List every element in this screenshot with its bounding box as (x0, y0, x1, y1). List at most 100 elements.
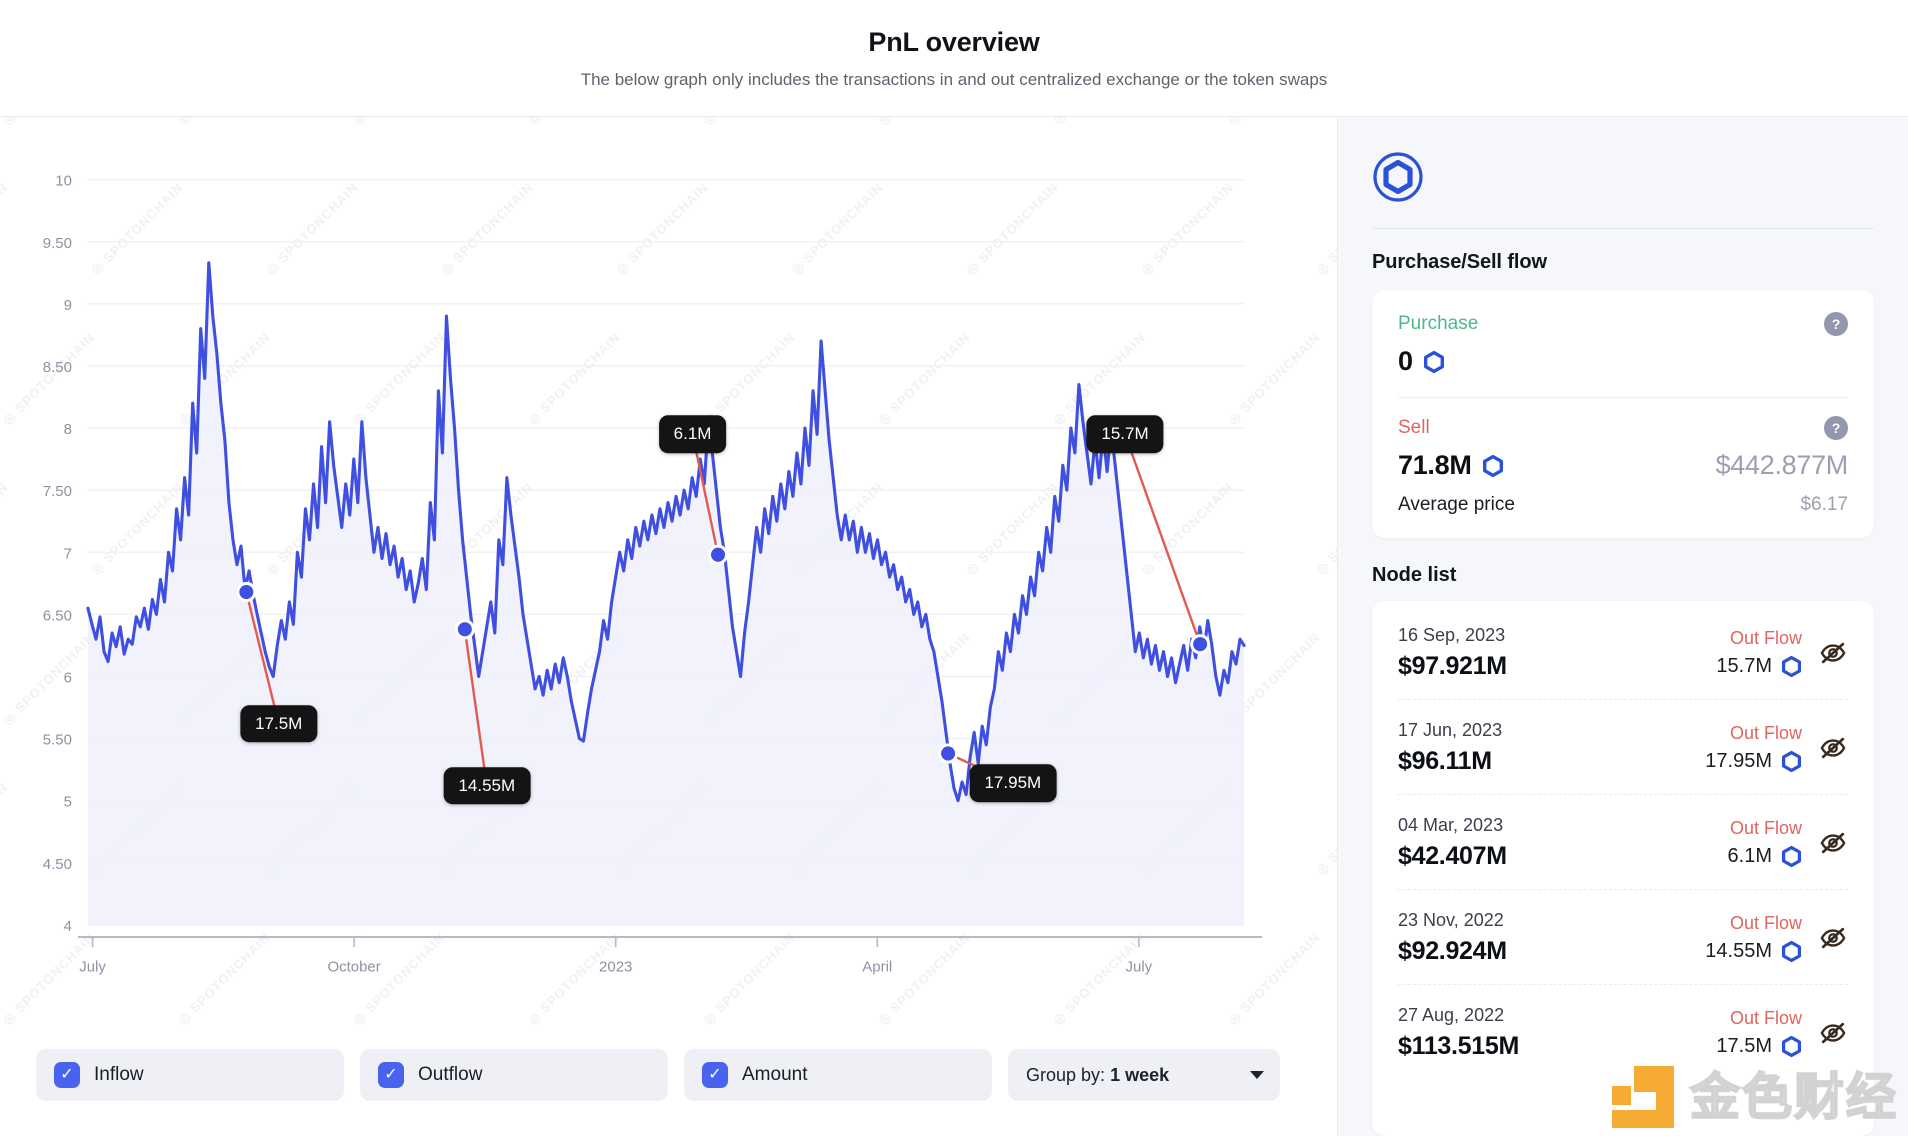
purchase-sell-flow-card: Purchase ? 0 Sell ? 71.8M $442.877M Aver… (1372, 290, 1874, 538)
pnl-line-chart[interactable]: 10 9.50 9 8.50 8 7.50 7 6.50 6 5.50 5 4.50 4 July Octo… (0, 117, 1337, 1036)
node-row-values: Out Flow 17.5M (1716, 1008, 1802, 1058)
x-axis-tick-label: October (328, 958, 381, 975)
sidebar: Purchase/Sell flow Purchase ? 0 Sell ? 7… (1338, 117, 1908, 1136)
annotation-leader-line (1123, 433, 1202, 645)
node-date: 04 Mar, 2023 (1398, 815, 1504, 835)
node-row-left: 23 Nov, 2022 $92.924M (1398, 910, 1507, 966)
node-row-left: 17 Jun, 2023 $96.11M (1398, 720, 1502, 776)
annotation-marker[interactable] (457, 622, 472, 637)
y-axis-tick-label: 5 (64, 794, 72, 811)
node-amount-group: 17.5M (1716, 1035, 1802, 1058)
outflow-label: Outflow (418, 1064, 483, 1085)
node-list-row[interactable]: 27 Aug, 2022 $113.515M Out Flow 17.5M (1398, 985, 1848, 1079)
node-flow-type: Out Flow (1729, 628, 1802, 648)
card-divider (1398, 397, 1848, 398)
page-body: ◎ SPOTONCHAIN◎ SPOTONCHAIN◎ SPOTONCHAIN◎… (0, 117, 1908, 1136)
group-by-dropdown[interactable]: Group by: 1 week (1008, 1049, 1280, 1101)
eye-off-icon[interactable] (1818, 638, 1848, 668)
node-row-left: 04 Mar, 2023 $42.407M (1398, 815, 1507, 871)
node-amount-group: 17.95M (1705, 750, 1802, 773)
chart-controls: ✓ Inflow ✓ Outflow ✓ Amount Group by: 1 … (0, 1036, 1337, 1136)
node-date: 27 Aug, 2022 (1398, 1005, 1505, 1025)
eye-off-icon[interactable] (1818, 828, 1848, 858)
node-row-right: Out Flow 15.7M (1716, 628, 1848, 678)
y-axis-tick-label: 4 (64, 918, 72, 935)
node-row-left: 27 Aug, 2022 $113.515M (1398, 1005, 1519, 1061)
outflow-checkbox-icon[interactable]: ✓ (378, 1062, 404, 1088)
average-price-row: Average price $6.17 (1398, 494, 1848, 516)
outflow-toggle[interactable]: ✓ Outflow (360, 1049, 668, 1101)
x-axis-tick-label: 2023 (599, 958, 632, 975)
amount-toggle[interactable]: ✓ Amount (684, 1049, 992, 1101)
group-by-prefix: Group by: (1026, 1064, 1106, 1085)
chevron-down-icon[interactable] (1250, 1071, 1264, 1079)
node-list-row[interactable]: 04 Mar, 2023 $42.407M Out Flow 6.1M (1398, 795, 1848, 890)
annotation-callout: 17.5M (240, 704, 318, 743)
node-date: 23 Nov, 2022 (1398, 910, 1504, 930)
average-price-value: $6.17 (1800, 494, 1848, 515)
group-by-value: 1 week (1110, 1064, 1170, 1085)
purchase-help-icon[interactable]: ? (1824, 312, 1848, 336)
node-row-values: Out Flow 17.95M (1705, 723, 1802, 773)
purchase-sell-flow-title: Purchase/Sell flow (1372, 251, 1547, 273)
amount-checkbox-icon[interactable]: ✓ (702, 1062, 728, 1088)
annotation-callout: 14.55M (443, 767, 531, 805)
chainlink-token-icon (1781, 1035, 1802, 1058)
annotation-marker[interactable] (239, 584, 254, 600)
sell-help-icon[interactable]: ? (1824, 416, 1848, 440)
annotation-marker[interactable] (1193, 637, 1208, 652)
purchase-label: Purchase (1398, 313, 1479, 334)
eye-off-icon[interactable] (1818, 733, 1848, 763)
page-header: PnL overview The below graph only includ… (0, 0, 1908, 117)
node-row-values: Out Flow 15.7M (1716, 628, 1802, 678)
node-flow-type: Out Flow (1729, 723, 1802, 743)
node-date: 17 Jun, 2023 (1398, 720, 1503, 740)
y-axis-tick-label: 6 (64, 669, 72, 686)
eye-off-icon[interactable] (1818, 923, 1848, 953)
chainlink-token-icon (1482, 454, 1503, 477)
node-usd-value: $42.407M (1398, 842, 1507, 870)
node-list-row[interactable]: 16 Sep, 2023 $97.921M Out Flow 15.7M (1398, 605, 1848, 700)
node-usd-value: $92.924M (1398, 937, 1507, 965)
chart-column: ◎ SPOTONCHAIN◎ SPOTONCHAIN◎ SPOTONCHAIN◎… (0, 117, 1338, 1136)
purchase-amount: 0 (1398, 346, 1413, 376)
chart-area[interactable]: ◎ SPOTONCHAIN◎ SPOTONCHAIN◎ SPOTONCHAIN◎… (0, 117, 1337, 1036)
eye-off-icon[interactable] (1818, 1018, 1848, 1048)
chart-area-fill (87, 262, 1245, 925)
y-axis-tick-label: 5.50 (43, 732, 72, 749)
node-flow-type: Out Flow (1729, 818, 1802, 838)
node-amount: 17.5M (1716, 1035, 1772, 1057)
node-amount: 15.7M (1716, 655, 1772, 677)
node-date: 16 Sep, 2023 (1398, 625, 1506, 645)
annotation-callout: 6.1M (658, 415, 727, 454)
annotation-marker[interactable] (941, 746, 956, 761)
sell-amount-group: 71.8M (1398, 450, 1504, 481)
token-logo-row (1372, 143, 1874, 228)
node-usd-value: $96.11M (1398, 747, 1492, 775)
group-by-label: Group by: 1 week (1026, 1065, 1169, 1086)
node-list-row[interactable]: 17 Jun, 2023 $96.11M Out Flow 17.95M (1398, 700, 1848, 795)
annotation-callout: 15.7M (1086, 415, 1164, 454)
chainlink-token-icon (1781, 655, 1802, 678)
node-flow-type: Out Flow (1729, 913, 1802, 933)
pnl-overview-page: PnL overview The below graph only includ… (0, 0, 1908, 1136)
inflow-checkbox-icon[interactable]: ✓ (54, 1062, 80, 1088)
x-axis-tick-label: April (862, 958, 892, 975)
node-row-right: Out Flow 17.95M (1705, 723, 1848, 773)
node-usd-value: $97.921M (1398, 652, 1507, 680)
y-axis-tick-label: 7.50 (43, 483, 72, 500)
sell-header-row: Sell ? (1398, 416, 1848, 440)
node-flow-type: Out Flow (1729, 1008, 1802, 1028)
purchase-amount-row: 0 (1398, 346, 1848, 377)
node-list-row[interactable]: 23 Nov, 2022 $92.924M Out Flow 14.55M (1398, 890, 1848, 985)
node-row-left: 16 Sep, 2023 $97.921M (1398, 625, 1507, 681)
node-list-card: 16 Sep, 2023 $97.921M Out Flow 15.7M 17 Jun,… (1372, 601, 1874, 1136)
inflow-toggle[interactable]: ✓ Inflow (36, 1049, 344, 1101)
y-axis-tick-label: 7 (64, 545, 72, 562)
sell-label: Sell (1398, 417, 1430, 438)
sidebar-divider (1372, 228, 1874, 229)
annotation-callout: 17.95M (969, 764, 1057, 803)
y-axis-tick-label: 8 (64, 421, 72, 438)
node-usd-value: $113.515M (1398, 1032, 1520, 1060)
annotation-marker[interactable] (711, 547, 726, 562)
